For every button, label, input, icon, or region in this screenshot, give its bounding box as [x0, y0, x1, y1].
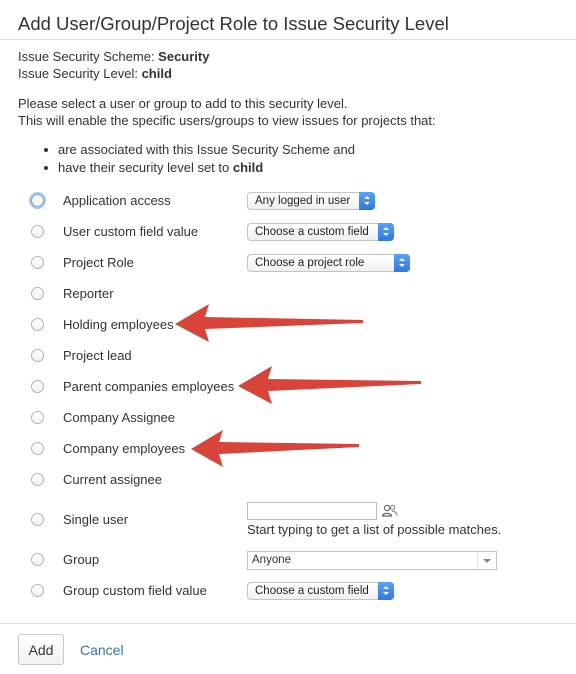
- instructions-1: Please select a user or group to add to …: [18, 96, 348, 111]
- option-label-current-assignee: Current assignee: [63, 472, 162, 487]
- condition-item: have their security level set to child: [40, 159, 355, 177]
- option-label-project-lead: Project lead: [63, 348, 132, 363]
- level-value: child: [141, 66, 172, 81]
- condition-text: are associated with this Issue Security …: [58, 142, 355, 157]
- cancel-link[interactable]: Cancel: [80, 642, 124, 658]
- radio-company-employees[interactable]: [31, 442, 44, 455]
- option-label-company-employees: Company employees: [63, 441, 186, 456]
- option-label-reporter: Reporter: [63, 286, 114, 301]
- option-label-company-assignee: Company Assignee: [63, 410, 176, 425]
- chevron-updown-icon: [394, 254, 410, 272]
- chevron-updown-icon: [359, 192, 375, 210]
- application-access-select-value: Any logged in user: [255, 195, 351, 207]
- option-label-group: Group: [63, 552, 100, 567]
- group-picker[interactable]: Anyone: [247, 551, 497, 570]
- radio-project-lead[interactable]: [31, 349, 44, 362]
- scheme-label: Issue Security Scheme:: [18, 49, 159, 64]
- option-label-project-role: Project Role: [63, 255, 134, 270]
- radio-single-user[interactable]: [31, 513, 44, 526]
- annotation-arrow-icon: [238, 366, 421, 404]
- project-role-select-value: Choose a project role: [255, 257, 365, 269]
- group-custom-field-select-value: Choose a custom field: [255, 585, 369, 597]
- radio-parent-companies-employees[interactable]: [31, 380, 44, 393]
- scheme-line: Issue Security Scheme: Security: [18, 49, 209, 65]
- dialog-title: Add User/Group/Project Role to Issue Sec…: [18, 13, 449, 34]
- group-picker-value: Anyone: [252, 554, 292, 566]
- level-label: Issue Security Level:: [18, 66, 142, 81]
- scheme-value: Security: [158, 49, 210, 64]
- option-label-user-custom-field: User custom field value: [63, 224, 199, 239]
- user-custom-field-select-value: Choose a custom field: [255, 226, 369, 238]
- chevron-down-icon[interactable]: [477, 552, 496, 569]
- annotation-arrow-icon: [191, 430, 359, 467]
- annotation-arrow-icon: [175, 304, 363, 342]
- level-line: Issue Security Level: child: [18, 66, 172, 82]
- option-label-parent-companies-employees: Parent companies employees: [63, 379, 235, 394]
- instructions-2: This will enable the specific users/grou…: [18, 113, 436, 128]
- group-custom-field-select[interactable]: Choose a custom field: [247, 582, 394, 600]
- radio-group[interactable]: [31, 553, 44, 566]
- users-icon[interactable]: [381, 504, 398, 520]
- condition-list: are associated with this Issue Security …: [40, 141, 355, 177]
- option-label-application-access: Application access: [63, 193, 171, 208]
- title-divider: [0, 39, 576, 40]
- radio-current-assignee[interactable]: [31, 473, 44, 486]
- user-custom-field-select[interactable]: Choose a custom field: [247, 223, 394, 241]
- radio-application-access[interactable]: [31, 194, 44, 207]
- single-user-hint: Start typing to get a list of possible m…: [247, 522, 502, 537]
- option-label-single-user: Single user: [63, 512, 129, 527]
- option-label-holding-employees: Holding employees: [63, 317, 174, 332]
- radio-company-assignee[interactable]: [31, 411, 44, 424]
- project-role-select[interactable]: Choose a project role: [247, 254, 410, 272]
- add-button[interactable]: Add: [18, 634, 64, 665]
- condition-level-value: child: [232, 160, 264, 175]
- radio-reporter[interactable]: [31, 287, 44, 300]
- chevron-updown-icon: [378, 223, 394, 241]
- radio-user-custom-field[interactable]: [31, 225, 44, 238]
- radio-group-custom-field[interactable]: [31, 584, 44, 597]
- condition-item: are associated with this Issue Security …: [40, 141, 355, 159]
- option-label-group-custom-field: Group custom field value: [63, 583, 207, 598]
- radio-project-role[interactable]: [31, 256, 44, 269]
- footer-divider: [0, 623, 576, 624]
- application-access-select[interactable]: Any logged in user: [247, 192, 375, 210]
- radio-holding-employees[interactable]: [31, 318, 44, 331]
- condition-text: have their security level set to: [58, 160, 233, 175]
- single-user-input[interactable]: [247, 502, 377, 520]
- chevron-updown-icon: [378, 582, 394, 600]
